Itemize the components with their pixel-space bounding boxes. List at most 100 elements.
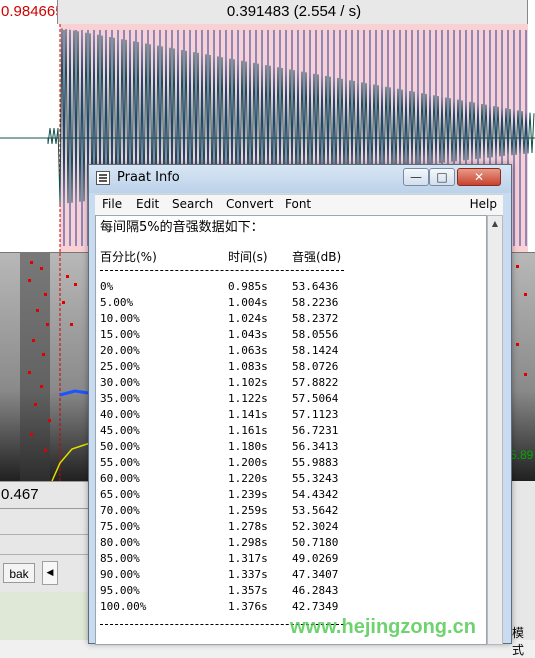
selection-end-cell — [527, 0, 535, 24]
row-time: 1.063s — [228, 344, 268, 357]
info-text-area[interactable]: 每间隔5%的音强数据如下： 百分比(%) 时间(s) 音强(dB) 0% 0.98… — [95, 215, 487, 645]
row-percent: 85.00% — [100, 552, 140, 565]
table-row: 35.00% 1.122s 57.5064 — [100, 392, 400, 408]
row-intensity: 54.4342 — [292, 488, 339, 501]
row-percent: 0% — [100, 280, 114, 293]
formant-dot — [42, 353, 45, 356]
table-row: 100.00% 1.376s 42.7349 — [100, 600, 400, 616]
separator-line — [100, 270, 344, 271]
row-percent: 10.00% — [100, 312, 140, 325]
table-row: 70.00% 1.259s 53.5642 — [100, 504, 400, 520]
row-intensity: 47.3407 — [292, 568, 339, 581]
menu-file[interactable]: File — [102, 197, 122, 211]
minimize-button[interactable]: — — [403, 168, 429, 186]
strip-divider — [0, 534, 100, 535]
formant-dot — [524, 373, 527, 376]
table-row: 5.00% 1.004s 58.2236 — [100, 296, 400, 312]
table-row: 80.00% 1.298s 50.7180 — [100, 536, 400, 552]
row-time: 1.141s — [228, 408, 268, 421]
close-button[interactable]: ✕ — [457, 168, 501, 186]
row-intensity: 42.7349 — [292, 600, 339, 613]
row-intensity: 46.2843 — [292, 584, 339, 597]
row-time: 1.122s — [228, 392, 268, 405]
row-time: 1.083s — [228, 360, 268, 373]
formant-dot — [44, 293, 47, 296]
maximize-button[interactable]: □ — [429, 168, 455, 186]
selection-ruler: 0.984665 0.391483 (2.554 / s) — [0, 0, 535, 25]
row-time: 0.985s — [228, 280, 268, 293]
cursor-time-cell: 0.467 — [0, 481, 91, 509]
row-percent: 60.00% — [100, 472, 140, 485]
praat-info-icon — [96, 171, 110, 185]
back-button[interactable]: bak — [3, 563, 35, 583]
row-intensity: 58.0556 — [292, 328, 339, 341]
row-time: 1.220s — [228, 472, 268, 485]
menu-search[interactable]: Search — [172, 197, 213, 211]
table-row: 50.00% 1.180s 56.3413 — [100, 440, 400, 456]
formant-dot — [28, 371, 31, 374]
table-row: 25.00% 1.083s 58.0726 — [100, 360, 400, 376]
row-intensity: 57.8822 — [292, 376, 339, 389]
row-time: 1.239s — [228, 488, 268, 501]
table-row: 45.00% 1.161s 56.7231 — [100, 424, 400, 440]
formant-dot — [524, 293, 527, 296]
formant-dot — [30, 433, 33, 436]
row-time: 1.298s — [228, 536, 268, 549]
row-percent: 45.00% — [100, 424, 140, 437]
row-time: 1.337s — [228, 568, 268, 581]
table-row: 40.00% 1.141s 57.1123 — [100, 408, 400, 424]
row-time: 1.317s — [228, 552, 268, 565]
row-time: 1.376s — [228, 600, 268, 613]
row-intensity: 57.5064 — [292, 392, 339, 405]
row-time: 1.180s — [228, 440, 268, 453]
formant-dot — [46, 323, 49, 326]
row-intensity: 58.2372 — [292, 312, 339, 325]
row-percent: 15.00% — [100, 328, 140, 341]
menu-convert[interactable]: Convert — [226, 197, 273, 211]
column-header-row: 百分比(%) 时间(s) 音强(dB) — [100, 248, 400, 264]
window-title: Praat Info — [117, 170, 180, 185]
watermark: www.hejingzong.cn — [290, 616, 476, 638]
mode-label: 模式 — [512, 626, 525, 657]
selection-start-time: 0.984665 — [0, 0, 58, 24]
table-row: 85.00% 1.317s 49.0269 — [100, 552, 400, 568]
row-time: 1.278s — [228, 520, 268, 533]
row-percent: 50.00% — [100, 440, 140, 453]
row-percent: 5.00% — [100, 296, 134, 309]
menu-font[interactable]: Font — [285, 197, 311, 211]
row-time: 1.043s — [228, 328, 268, 341]
menu-edit[interactable]: Edit — [136, 197, 159, 211]
vertical-scrollbar[interactable]: ▲ — [487, 215, 503, 645]
row-percent: 80.00% — [100, 536, 140, 549]
row-percent: 35.00% — [100, 392, 140, 405]
table-row: 20.00% 1.063s 58.1424 — [100, 344, 400, 360]
col-time-header: 时间(s) — [228, 250, 268, 264]
formant-dot — [32, 339, 35, 342]
strip-divider — [0, 554, 100, 555]
menu-help[interactable]: Help — [470, 197, 497, 211]
row-percent: 65.00% — [100, 488, 140, 501]
table-row: 0% 0.985s 53.6436 — [100, 280, 400, 296]
scroll-left-button[interactable]: ◀ — [42, 561, 58, 585]
formant-dot — [36, 309, 39, 312]
right-value-label: 5.89 — [510, 448, 534, 462]
info-heading: 每间隔5%的音强数据如下： — [100, 220, 264, 235]
row-intensity: 56.7231 — [292, 424, 339, 437]
row-intensity: 56.3413 — [292, 440, 339, 453]
row-percent: 90.00% — [100, 568, 140, 581]
selection-duration: 0.391483 (2.554 / s) — [226, 3, 362, 20]
row-time: 1.357s — [228, 584, 268, 597]
table-row: 55.00% 1.200s 55.9883 — [100, 456, 400, 472]
scroll-up-arrow[interactable]: ▲ — [488, 216, 502, 232]
row-percent: 40.00% — [100, 408, 140, 421]
row-time: 1.004s — [228, 296, 268, 309]
table-row: 75.00% 1.278s 52.3024 — [100, 520, 400, 536]
table-row: 95.00% 1.357s 46.2843 — [100, 584, 400, 600]
formant-dot — [40, 385, 43, 388]
row-percent: 75.00% — [100, 520, 140, 533]
formant-dot — [62, 301, 65, 304]
row-percent: 20.00% — [100, 344, 140, 357]
title-bar[interactable]: Praat Info — □ ✕ — [89, 165, 511, 193]
row-intensity: 53.5642 — [292, 504, 339, 517]
row-time: 1.024s — [228, 312, 268, 325]
